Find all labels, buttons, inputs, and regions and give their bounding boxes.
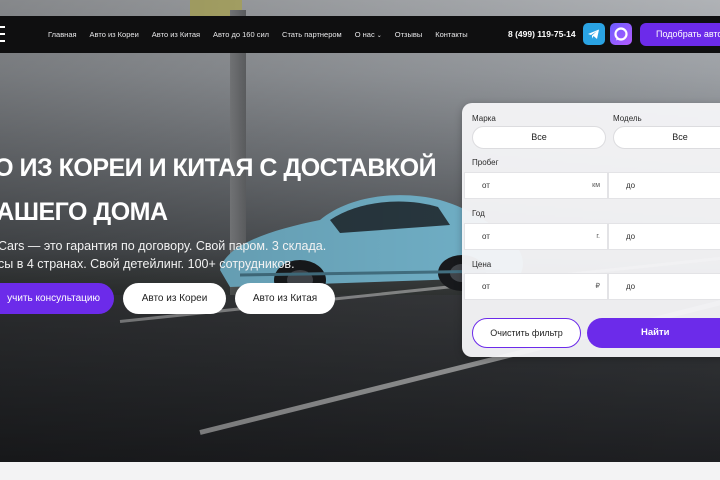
- max-messenger-icon[interactable]: [610, 23, 632, 45]
- hero-subtitle: Cars — это гарантия по договору. Свой па…: [0, 237, 326, 273]
- nav-link-160hp[interactable]: Авто до 160 сил: [213, 30, 269, 39]
- brand-select[interactable]: Все: [472, 126, 606, 149]
- price-from-placeholder: от: [482, 282, 490, 291]
- top-navbar: Главная Авто из Кореи Авто из Китая Авто…: [0, 16, 720, 53]
- hero-title-line: вашего дома: [0, 198, 168, 226]
- cars-from-china-button[interactable]: Авто из Китая: [235, 283, 335, 314]
- nav-link-home[interactable]: Главная: [48, 30, 77, 39]
- mileage-unit: км: [592, 182, 600, 189]
- year-from-placeholder: от: [482, 232, 490, 241]
- hero-title-line: то из Кореи и Китая с доставкой: [0, 154, 437, 182]
- price-from-input[interactable]: от ₽: [464, 273, 608, 300]
- price-unit: ₽: [595, 283, 600, 290]
- mileage-to-placeholder: до: [626, 181, 636, 190]
- model-label: Модель: [613, 114, 642, 123]
- year-label: Год: [472, 209, 485, 218]
- brand-label: Марка: [472, 114, 496, 123]
- page-bottom-strip: [0, 462, 720, 480]
- clear-filter-button[interactable]: Очистить фильтр: [472, 318, 581, 348]
- telegram-icon[interactable]: [583, 23, 605, 45]
- hero-subtitle-line: Cars — это гарантия по договору. Свой па…: [0, 239, 327, 253]
- cars-from-korea-button[interactable]: Авто из Кореи: [123, 283, 226, 314]
- nav-link-partner[interactable]: Стать партнером: [282, 30, 342, 39]
- price-to-placeholder: до: [626, 282, 636, 291]
- nav-link-contacts[interactable]: Контакты: [435, 30, 467, 39]
- find-car-button[interactable]: Подобрать авто: [640, 23, 720, 46]
- model-select[interactable]: Все: [613, 126, 720, 149]
- mileage-from-input[interactable]: от км: [464, 172, 608, 199]
- year-to-input[interactable]: до: [608, 223, 720, 250]
- nav-link-china[interactable]: Авто из Китая: [152, 30, 200, 39]
- year-unit: г.: [596, 233, 600, 240]
- phone-number[interactable]: 8 (499) 119-75-14: [508, 29, 576, 39]
- nav-link-about-label: О нас: [354, 30, 375, 39]
- hero-title: то из Кореи и Китая с доставкой вашего д…: [0, 146, 437, 234]
- mileage-to-input[interactable]: до: [608, 172, 720, 199]
- year-from-input[interactable]: от г.: [464, 223, 608, 250]
- year-to-placeholder: до: [626, 232, 636, 241]
- find-button[interactable]: Найти: [587, 318, 720, 348]
- hero-section: то из Кореи и Китая с доставкой вашего д…: [0, 0, 720, 462]
- hero-subtitle-line: сы в 4 странах. Свой детейлинг. 100+ сот…: [0, 257, 295, 271]
- mileage-label: Пробег: [472, 158, 499, 167]
- nav-link-reviews[interactable]: Отзывы: [395, 30, 422, 39]
- logo-icon[interactable]: [0, 25, 6, 43]
- nav-link-about[interactable]: О нас ⌄: [355, 30, 382, 39]
- nav-links: Главная Авто из Кореи Авто из Китая Авто…: [48, 16, 468, 53]
- price-label: Цена: [472, 260, 492, 269]
- price-to-input[interactable]: до: [608, 273, 720, 300]
- chevron-down-icon: ⌄: [376, 33, 382, 39]
- mileage-from-placeholder: от: [482, 181, 490, 190]
- consultation-button[interactable]: учить консультацию: [0, 283, 114, 314]
- car-filter-panel: Марка Модель Все Все Пробег от км до Год…: [462, 103, 720, 357]
- nav-link-korea[interactable]: Авто из Кореи: [90, 30, 139, 39]
